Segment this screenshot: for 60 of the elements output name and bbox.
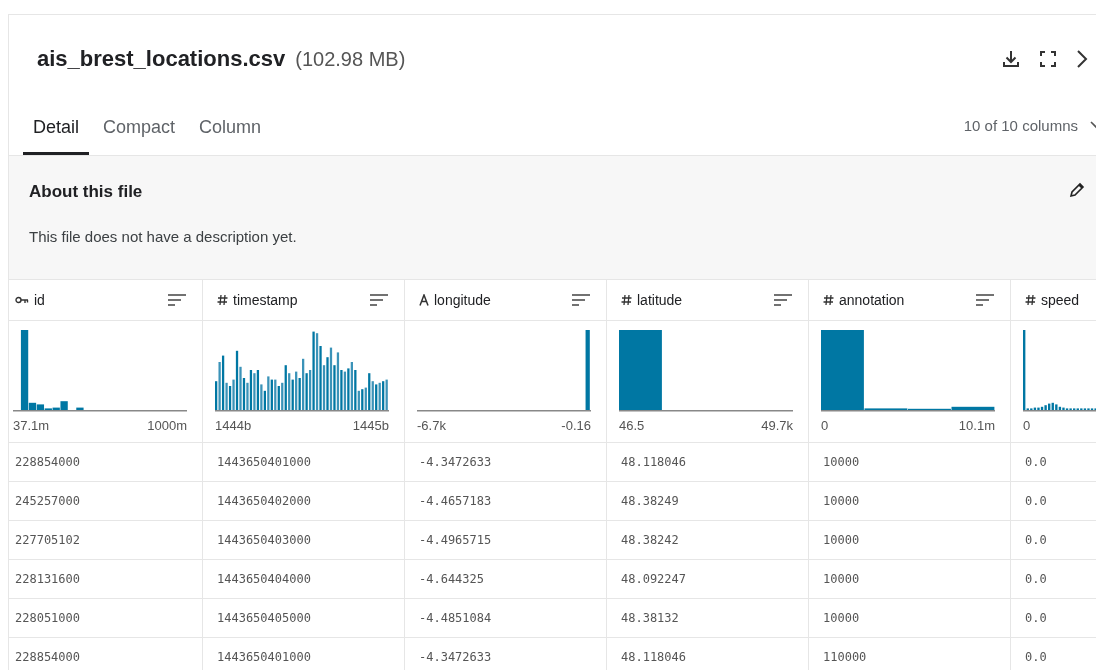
table-cell: -4.4657183	[419, 494, 492, 508]
range-max: 1000m	[147, 418, 187, 433]
table-cell: 1443650401000	[217, 650, 311, 664]
tab[interactable]: Column	[189, 117, 272, 155]
range-min: 37.1m	[13, 418, 50, 433]
table-cell: 0.0	[1025, 494, 1047, 508]
range-max: 1445b	[352, 418, 389, 433]
range-max: 49.7k	[761, 418, 793, 433]
about-title: About this file	[29, 182, 143, 202]
table-cell: 48.118046	[621, 455, 687, 469]
table-cell: 0.0	[1025, 455, 1047, 469]
range-min: 0	[1023, 418, 1031, 433]
table-cell: 227705102	[15, 533, 81, 547]
table-cell: 228051000	[15, 611, 81, 625]
table-cell: 10000	[823, 572, 860, 586]
table-cell: 228854000	[15, 455, 81, 469]
file-size: (102.98 MB)	[295, 47, 406, 71]
table-cell: 1443650403000	[217, 533, 311, 547]
table-cell: 1443650402000	[217, 494, 311, 508]
table-cell: 10000	[823, 494, 860, 508]
table-cell: 48.38242	[621, 533, 679, 547]
table-cell: 1443650404000	[217, 572, 311, 586]
table-cell: 48.38249	[621, 494, 679, 508]
table-cell: -4.3472633	[419, 455, 492, 469]
range-min: 1444b	[215, 418, 252, 433]
table-cell: 228854000	[15, 650, 81, 664]
range-min: -6.7k	[417, 418, 446, 433]
table-cell: 0.0	[1025, 533, 1047, 547]
table-cell: 10000	[823, 455, 860, 469]
file-name: ais_brest_locations.csv	[37, 45, 286, 72]
table-cell: 245257000	[15, 494, 81, 508]
table-cell: 0.0	[1025, 611, 1047, 625]
table-cell: 10000	[823, 533, 860, 547]
table-cell: 1443650401000	[217, 455, 311, 469]
table-cell: -4.3472633	[419, 650, 492, 664]
range-min: 46.5	[619, 418, 645, 433]
table-cell: 10000	[823, 611, 860, 625]
description: This file does not have a description yet.	[29, 228, 298, 245]
table-cell: 48.092247	[621, 572, 687, 586]
range-max: -0.16	[561, 418, 591, 433]
table-cell: 1443650405000	[217, 611, 311, 625]
table-cell: 0.0	[1025, 572, 1047, 586]
table-cell: -4.4851084	[419, 611, 492, 625]
table-cell: 110000	[823, 650, 867, 664]
table-cell: -4.644325	[419, 572, 485, 586]
column-name: longitude	[434, 292, 491, 308]
column-name: speed	[1041, 292, 1080, 308]
table-cell: 48.38132	[621, 611, 679, 625]
column-name: latitude	[637, 292, 683, 308]
table-cell: -4.4965715	[419, 533, 492, 547]
table-cell: 48.118046	[621, 650, 687, 664]
column-name: annotation	[839, 292, 905, 308]
table-cell: 228131600	[15, 572, 81, 586]
table-cell: 0.0	[1025, 650, 1047, 664]
column-name: id	[34, 292, 45, 308]
column-name: timestamp	[233, 292, 298, 308]
column-count-dropdown[interactable]: 10 of 10 columns	[963, 116, 1096, 134]
tab[interactable]: Compact	[93, 117, 186, 155]
range-max: 10.1m	[958, 418, 995, 433]
range-min: 0	[821, 418, 829, 433]
